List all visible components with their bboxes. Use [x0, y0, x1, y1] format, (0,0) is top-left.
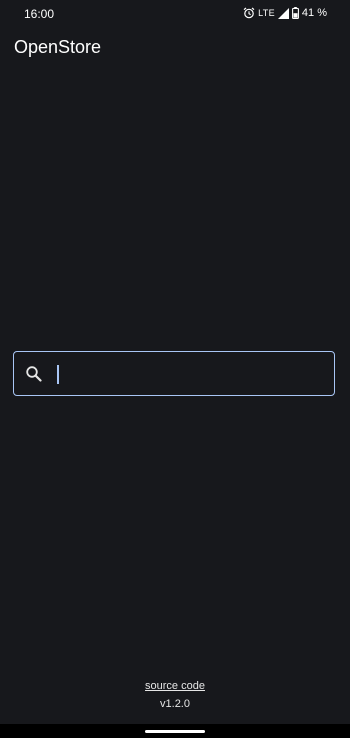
- status-bar: 16:00 LTE 41 %: [0, 0, 350, 26]
- battery-icon: [291, 7, 299, 19]
- search-box[interactable]: [13, 351, 335, 396]
- gesture-nav-handle[interactable]: [145, 730, 205, 733]
- text-cursor: [57, 365, 59, 384]
- signal-icon: [277, 7, 289, 19]
- search-input[interactable]: [56, 358, 326, 388]
- network-type: LTE: [258, 8, 275, 18]
- version-label: v1.2.0: [160, 698, 190, 710]
- search-icon: [25, 365, 43, 383]
- battery-percent: 41 %: [301, 7, 327, 19]
- source-code-link[interactable]: source code: [0, 680, 350, 692]
- app-title: OpenStore: [14, 37, 102, 57]
- status-icons: LTE 41 %: [243, 5, 327, 21]
- status-time: 16:00: [24, 7, 55, 21]
- alarm-icon: [243, 7, 255, 19]
- app-screen: 16:00 LTE 41 % OpenStore source code v1.…: [0, 0, 350, 724]
